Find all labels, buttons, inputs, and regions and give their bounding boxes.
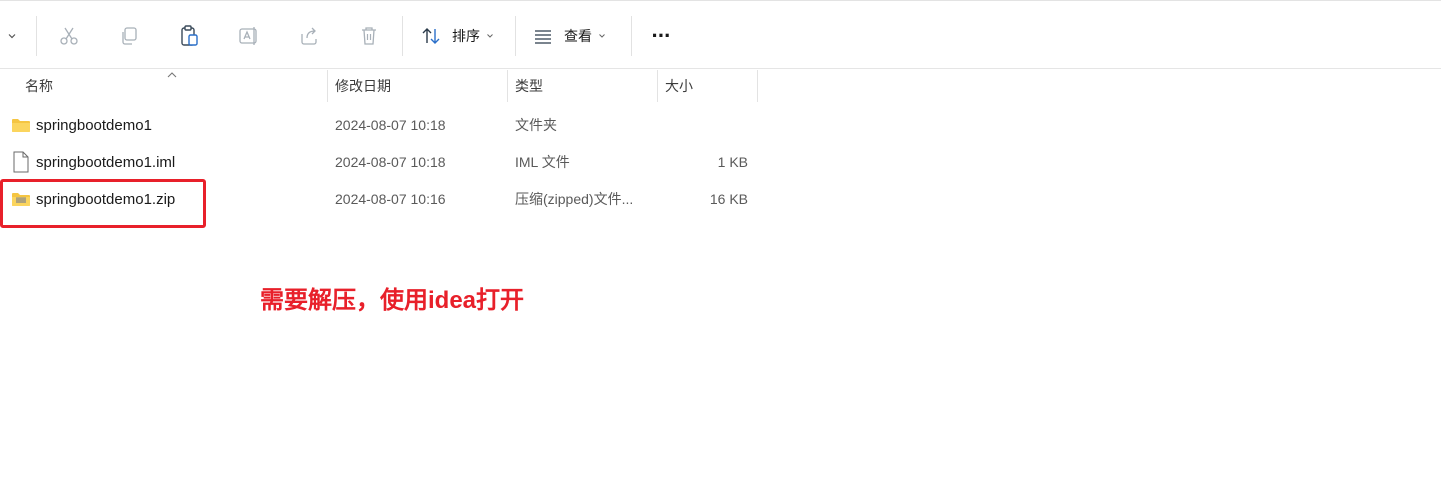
delete-button[interactable] bbox=[352, 18, 386, 54]
folder-icon bbox=[11, 107, 33, 143]
column-header-type[interactable]: 类型 bbox=[515, 70, 655, 102]
rename-button[interactable] bbox=[232, 18, 266, 54]
command-bar: 排序 查看 ··· bbox=[0, 0, 1441, 69]
rename-icon bbox=[239, 27, 257, 45]
trash-icon bbox=[362, 27, 376, 45]
file-modified: 2024-08-07 10:18 bbox=[335, 154, 446, 170]
annotation-text: 需要解压，使用idea打开 bbox=[260, 287, 525, 314]
toolbar-divider bbox=[631, 16, 632, 56]
toolbar-divider bbox=[402, 16, 403, 56]
file-modified: 2024-08-07 10:18 bbox=[335, 117, 446, 133]
toolbar-divider bbox=[515, 16, 516, 56]
sort-label: 排序 bbox=[452, 28, 480, 44]
highlight-box bbox=[0, 179, 206, 228]
column-header-name[interactable]: 名称 bbox=[25, 70, 325, 102]
column-divider[interactable] bbox=[327, 70, 328, 102]
file-type: 压缩(zipped)文件... bbox=[515, 191, 634, 207]
column-header-modified[interactable]: 修改日期 bbox=[335, 70, 505, 102]
file-name: springbootdemo1 bbox=[36, 116, 152, 134]
file-type: 文件夹 bbox=[515, 117, 557, 133]
file-name: springbootdemo1.iml bbox=[36, 153, 176, 171]
file-size: 16 KB bbox=[709, 191, 748, 207]
paste-button[interactable] bbox=[172, 18, 206, 54]
more-options-button[interactable]: ··· bbox=[644, 18, 678, 54]
chevron-down-icon bbox=[487, 34, 493, 38]
file-row[interactable]: springbootdemo1.iml 2024-08-07 10:18 IML… bbox=[0, 144, 760, 180]
file-icon bbox=[12, 144, 34, 180]
column-divider[interactable] bbox=[757, 70, 758, 102]
view-button[interactable]: 查看 bbox=[532, 18, 606, 54]
column-header-size[interactable]: 大小 bbox=[665, 70, 755, 102]
file-modified: 2024-08-07 10:16 bbox=[335, 191, 446, 207]
view-list-icon bbox=[535, 30, 551, 44]
scissors-icon bbox=[60, 27, 78, 45]
new-dropdown-chevron-icon[interactable] bbox=[2, 18, 22, 54]
copy-icon bbox=[122, 27, 137, 45]
view-label: 查看 bbox=[564, 28, 592, 44]
more-dots-icon: ··· bbox=[651, 23, 672, 48]
toolbar-divider bbox=[36, 16, 37, 56]
cut-button[interactable] bbox=[52, 18, 86, 54]
file-type: IML 文件 bbox=[515, 154, 570, 170]
clipboard-icon bbox=[181, 25, 198, 46]
column-divider[interactable] bbox=[507, 70, 508, 102]
file-size: 1 KB bbox=[717, 154, 748, 170]
share-icon bbox=[301, 27, 317, 45]
sort-button[interactable]: 排序 bbox=[420, 18, 494, 54]
column-divider[interactable] bbox=[657, 70, 658, 102]
copy-button[interactable] bbox=[112, 18, 146, 54]
file-size bbox=[660, 107, 748, 143]
file-row[interactable]: springbootdemo1 2024-08-07 10:18 文件夹 bbox=[0, 107, 760, 143]
chevron-down-icon bbox=[599, 34, 605, 38]
share-button[interactable] bbox=[292, 18, 326, 54]
sort-arrows-icon bbox=[422, 28, 440, 44]
